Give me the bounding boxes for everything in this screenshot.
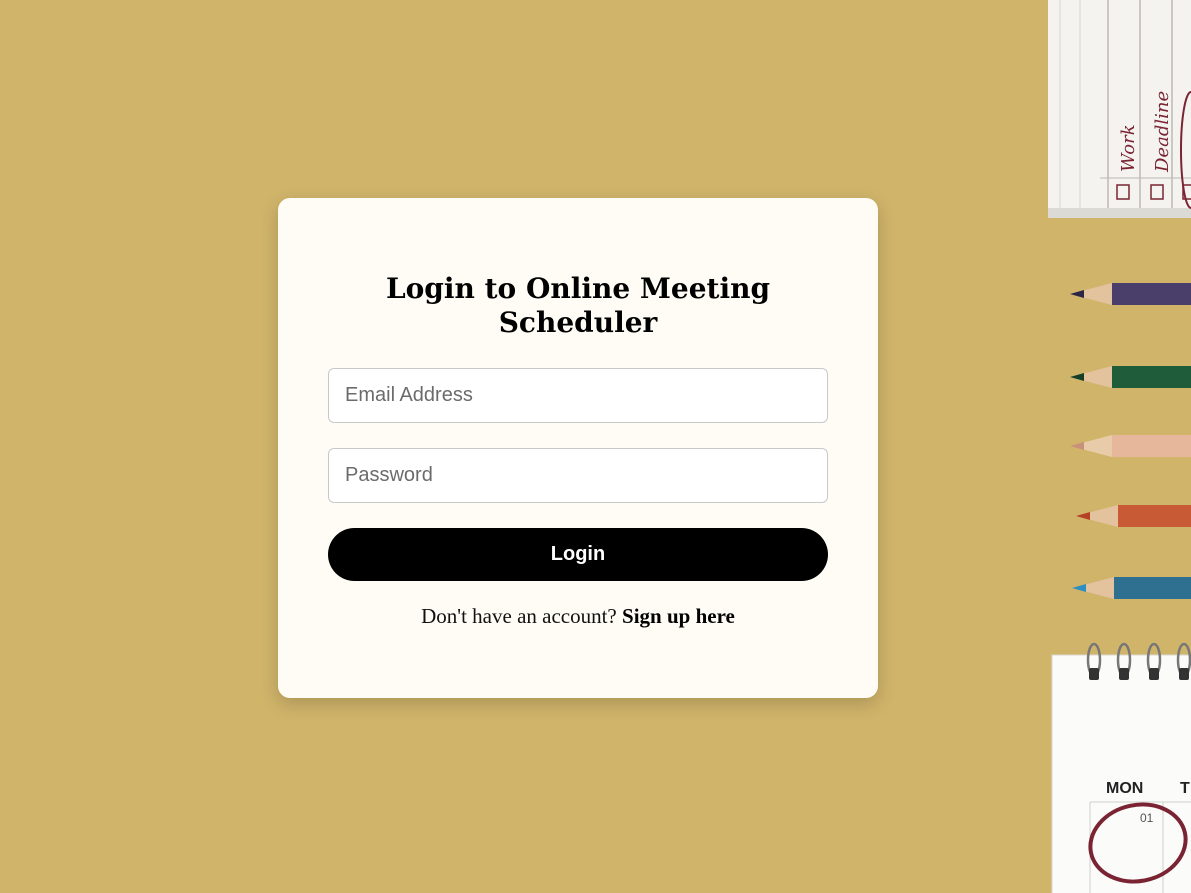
pencil-3 <box>1070 435 1191 457</box>
pencil-2 <box>1070 366 1191 388</box>
pencil-4 <box>1076 505 1191 527</box>
calendar-day-header: MON <box>1106 780 1143 797</box>
login-card: Login to Online Meeting Scheduler Login … <box>278 198 878 698</box>
email-field[interactable] <box>328 368 828 423</box>
notepad-item-work: Work <box>1118 124 1139 172</box>
password-field[interactable] <box>328 448 828 503</box>
calendar-image: MON T 01 <box>1051 642 1191 893</box>
notepad-image: Work Deadline <box>1048 0 1191 218</box>
signup-link[interactable]: Sign up here <box>622 604 735 628</box>
pencil-1 <box>1070 283 1191 305</box>
pencil-5 <box>1072 577 1191 599</box>
signup-prompt: Don't have an account? Sign up here <box>328 604 828 629</box>
page-title: Login to Online Meeting Scheduler <box>385 272 771 339</box>
calendar-date: 01 <box>1140 811 1154 825</box>
login-button[interactable]: Login <box>328 528 828 581</box>
calendar-next-day-header: T <box>1180 780 1190 797</box>
notepad-item-deadline: Deadline <box>1152 91 1173 173</box>
signup-prompt-text: Don't have an account? <box>421 604 617 628</box>
